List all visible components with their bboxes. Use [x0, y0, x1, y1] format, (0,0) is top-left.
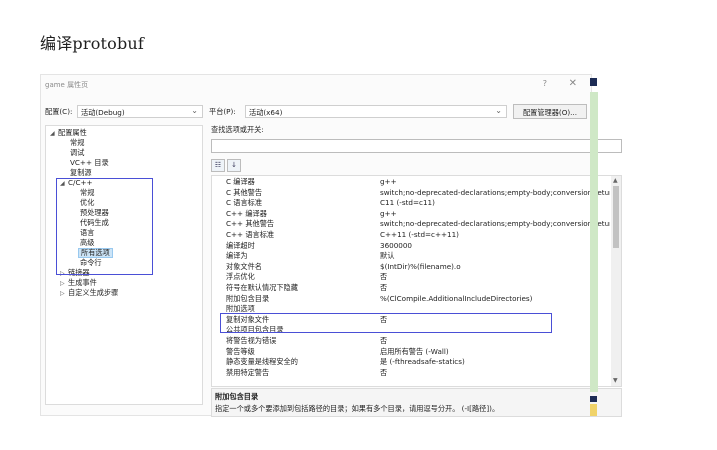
- close-icon[interactable]: ✕: [569, 78, 577, 89]
- property-row[interactable]: 附加包含目录 %(ClCompile.AdditionalIncludeDirec…: [212, 294, 612, 305]
- configuration-manager-button[interactable]: 配置管理器(O)...: [513, 104, 587, 119]
- property-row[interactable]: 禁用特定警告 否: [212, 368, 612, 379]
- property-value[interactable]: g++: [380, 209, 610, 220]
- property-name: C++ 其他警告: [226, 219, 275, 229]
- property-row[interactable]: 编译超时 3600000: [212, 241, 612, 252]
- property-row[interactable]: C 语言标准 C11 (-std=c11): [212, 198, 612, 209]
- platform-select[interactable]: 活动(x64) ⌄: [245, 105, 507, 118]
- tree-item-copy-sources[interactable]: 复制源: [70, 168, 92, 178]
- platform-value: 活动(x64): [249, 108, 283, 117]
- dialog-titlebar: game 属性页 ? ✕: [41, 75, 591, 95]
- property-row[interactable]: 将警告视为错误 否: [212, 336, 612, 347]
- search-label: 查找选项或开关:: [211, 125, 264, 134]
- property-name: C 编译器: [226, 177, 255, 186]
- property-value[interactable]: 默认: [380, 251, 610, 262]
- property-pages-dialog: game 属性页 ? ✕ 配置(C): 活动(Debug) ⌄ 平台(P): 活…: [40, 74, 622, 417]
- property-value[interactable]: 否: [380, 336, 610, 347]
- property-value[interactable]: 否: [380, 283, 610, 294]
- tree-item-debugging[interactable]: 调试: [70, 148, 84, 158]
- property-value[interactable]: g++: [380, 177, 610, 188]
- property-name: C++ 语言标准: [226, 230, 275, 239]
- property-value[interactable]: 否: [380, 368, 610, 379]
- expanded-triangle-icon: ◢: [50, 130, 55, 137]
- categorized-view-button[interactable]: ☷: [211, 159, 225, 172]
- property-name: 符号在默认情况下隐藏: [226, 283, 298, 292]
- property-row[interactable]: 浮点优化 否: [212, 272, 612, 283]
- tree-item-custom-build-step[interactable]: ▷ 自定义生成步骤: [60, 288, 118, 298]
- configuration-row: 配置(C): 活动(Debug) ⌄ 平台(P): 活动(x64) ⌄ 配置管理…: [45, 104, 587, 120]
- property-name: 禁用特定警告: [226, 367, 270, 377]
- scroll-up-icon[interactable]: ▲: [613, 177, 618, 184]
- scrollbar-thumb[interactable]: [613, 186, 619, 248]
- description-title: 附加包含目录: [215, 392, 259, 401]
- description-panel: 附加包含目录 指定一个或多个要添加到包括路径的目录；如果有多个目录，请用逗号分开…: [211, 388, 622, 417]
- configuration-label: 配置(C):: [45, 107, 73, 116]
- property-value[interactable]: 3600000: [380, 241, 610, 252]
- property-value[interactable]: C++11 (-std=c++11): [380, 230, 610, 241]
- property-value[interactable]: 否: [380, 272, 610, 283]
- help-button[interactable]: ?: [543, 79, 547, 88]
- property-row[interactable]: 对象文件名 $(IntDir)%(filename).o: [212, 262, 612, 273]
- property-panel: 查找选项或开关: ☷ ↓ C 编译器 g++ C 其他警告 switch;no-dep…: [211, 125, 622, 417]
- tree-item-build-events[interactable]: ▷ 生成事件: [60, 278, 97, 288]
- property-name: 编译超时: [226, 240, 255, 250]
- property-name: C 语言标准: [226, 198, 263, 208]
- property-row[interactable]: C 编译器 g++: [212, 177, 612, 188]
- property-value[interactable]: 启用所有警告 (-Wall): [380, 347, 610, 358]
- property-row[interactable]: 警告等级 启用所有警告 (-Wall): [212, 347, 612, 358]
- vertical-scrollbar[interactable]: ▲ ▼: [611, 176, 621, 386]
- property-row[interactable]: 编译为 默认: [212, 251, 612, 262]
- property-tree: ◢ 配置属性 常规 调试 VC++ 目录 复制源 ◢ C/C++ 常规 优化 预处理…: [45, 125, 203, 405]
- property-name: C++ 编译器: [226, 208, 267, 218]
- property-value[interactable]: $(IntDir)%(filename).o: [380, 262, 610, 273]
- page-heading: 编译protobuf: [40, 34, 145, 53]
- property-value[interactable]: switch;no-deprecated-declarations;empty-…: [380, 219, 610, 230]
- alphabetical-view-button[interactable]: ↓: [227, 159, 241, 172]
- property-row[interactable]: 静态变量是线程安全的 是 (-fthreadsafe-statics): [212, 357, 612, 368]
- platform-label: 平台(P):: [209, 107, 236, 116]
- configuration-select[interactable]: 活动(Debug) ⌄: [77, 105, 203, 118]
- search-input[interactable]: [211, 139, 622, 153]
- chevron-down-icon: ⌄: [495, 106, 502, 115]
- property-name: 将警告视为错误: [226, 336, 277, 345]
- description-text: 指定一个或多个要添加到包括路径的目录；如果有多个目录，请用逗号分开。 (-I[路…: [215, 404, 500, 413]
- property-name: 静态变量是线程安全的: [226, 357, 298, 367]
- annotation-box-cpp: [56, 178, 153, 275]
- property-value[interactable]: C11 (-std=c11): [380, 198, 610, 209]
- dialog-title: game 属性页: [45, 81, 89, 89]
- property-row[interactable]: 符号在默认情况下隐藏 否: [212, 283, 612, 294]
- property-row[interactable]: C++ 其他警告 switch;no-deprecated-declaration…: [212, 219, 612, 230]
- property-name: 对象文件名: [226, 261, 262, 271]
- property-name: 浮点优化: [226, 272, 255, 282]
- property-value[interactable]: %(ClCompile.AdditionalIncludeDirectories…: [380, 294, 610, 305]
- tree-item-config-properties[interactable]: ◢ 配置属性: [50, 128, 87, 138]
- collapsed-triangle-icon: ▷: [60, 290, 65, 297]
- property-name: 警告等级: [226, 346, 255, 356]
- property-grid: C 编译器 g++ C 其他警告 switch;no-deprecated-decla…: [211, 175, 622, 387]
- property-value[interactable]: 是 (-fthreadsafe-statics): [380, 357, 610, 368]
- property-name: 编译为: [226, 251, 248, 261]
- property-value[interactable]: switch;no-deprecated-declarations;empty-…: [380, 188, 610, 199]
- annotation-box-additional-options: [220, 313, 552, 333]
- tree-item-vc-directories[interactable]: VC++ 目录: [70, 158, 109, 168]
- background-window-edge: [590, 78, 598, 418]
- property-name: 附加包含目录: [226, 293, 270, 303]
- scroll-down-icon[interactable]: ▼: [613, 377, 618, 384]
- property-row[interactable]: C++ 语言标准 C++11 (-std=c++11): [212, 230, 612, 241]
- tree-item-general[interactable]: 常规: [70, 138, 84, 148]
- property-row[interactable]: C 其他警告 switch;no-deprecated-declarations;…: [212, 188, 612, 199]
- property-name: C 其他警告: [226, 187, 263, 197]
- property-row[interactable]: C++ 编译器 g++: [212, 209, 612, 220]
- chevron-down-icon: ⌄: [191, 106, 198, 115]
- configuration-value: 活动(Debug): [81, 108, 125, 117]
